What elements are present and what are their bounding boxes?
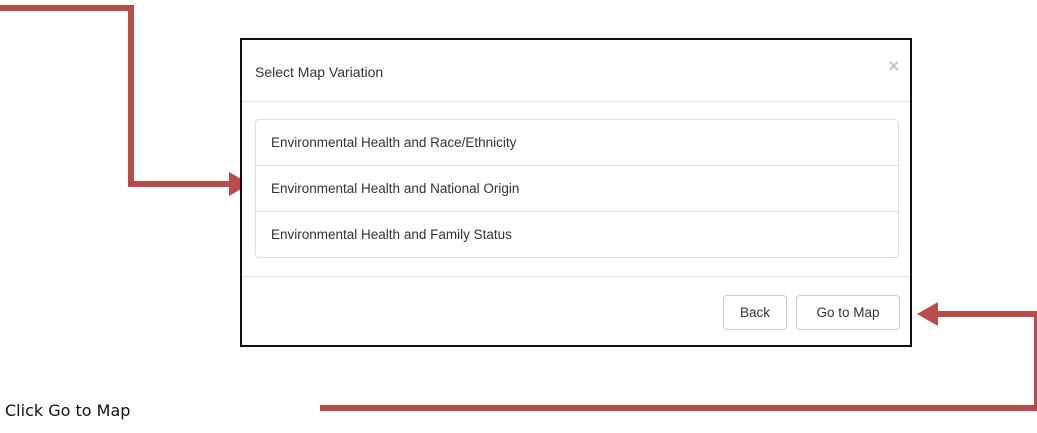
go-to-map-button[interactable]: Go to Map bbox=[796, 295, 900, 330]
option-national-origin[interactable]: Environmental Health and National Origin bbox=[256, 166, 898, 212]
back-button[interactable]: Back bbox=[723, 295, 787, 330]
left-callout-arrow-line bbox=[0, 5, 232, 187]
option-race-ethnicity[interactable]: Environmental Health and Race/Ethnicity bbox=[256, 120, 898, 166]
instruction-caption: Click Go to Map bbox=[5, 401, 131, 420]
map-variation-list: Environmental Health and Race/Ethnicity … bbox=[255, 119, 899, 258]
right-callout-arrowhead bbox=[917, 302, 938, 326]
modal-header: Select Map Variation × bbox=[242, 40, 910, 102]
modal-title: Select Map Variation bbox=[255, 64, 384, 80]
close-icon[interactable]: × bbox=[888, 56, 899, 76]
modal-footer-divider bbox=[242, 276, 910, 277]
select-map-variation-modal: Select Map Variation × Environmental Hea… bbox=[240, 38, 912, 347]
option-family-status[interactable]: Environmental Health and Family Status bbox=[256, 212, 898, 258]
